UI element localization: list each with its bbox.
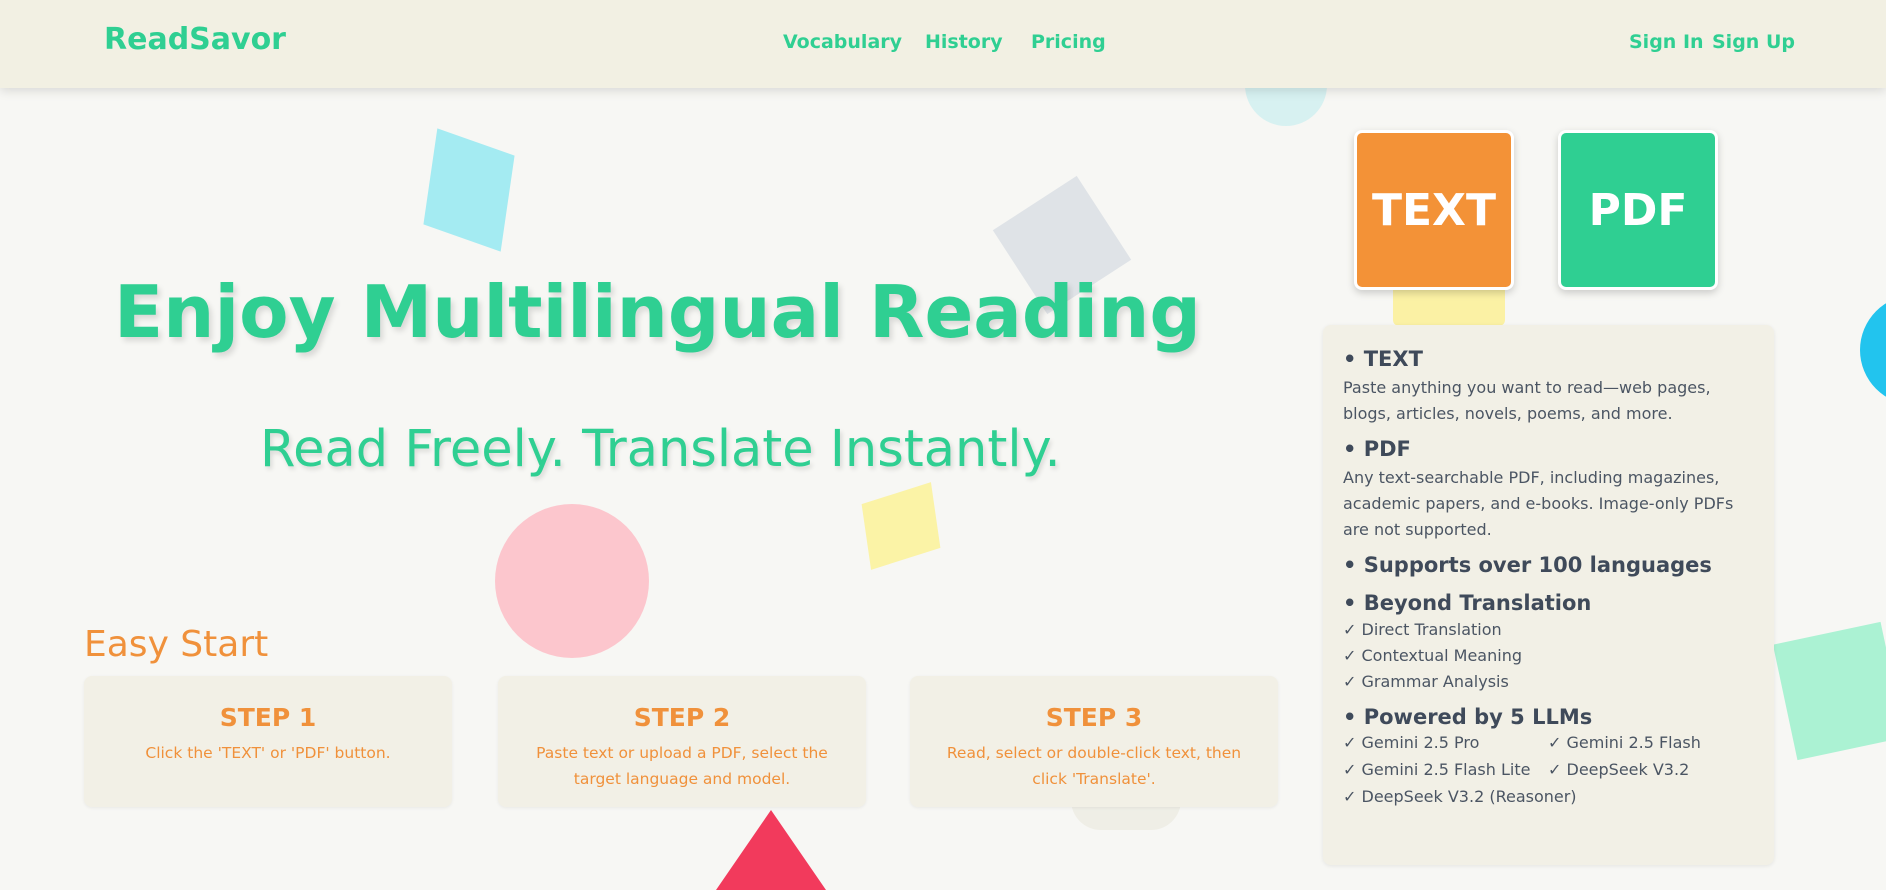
logo[interactable]: ReadSavor xyxy=(104,22,286,57)
llm-item: ✓ DeepSeek V3.2 xyxy=(1548,760,1690,779)
step-card: STEP 2 Paste text or upload a PDF, selec… xyxy=(498,676,866,807)
hero-subtitle: Read Freely. Translate Instantly. xyxy=(260,420,1061,479)
llm-list: ✓ Gemini 2.5 Pro ✓ Gemini 2.5 Flash ✓ Ge… xyxy=(1343,729,1754,810)
llm-item: ✓ Gemini 2.5 Flash xyxy=(1548,733,1701,752)
decorative-rect xyxy=(1393,284,1505,326)
step-card: STEP 3 Read, select or double-click text… xyxy=(910,676,1278,807)
pdf-feature-heading: • PDF xyxy=(1343,437,1411,461)
nav-vocabulary-link[interactable]: Vocabulary xyxy=(783,31,902,53)
step-card: STEP 1 Click the 'TEXT' or 'PDF' button. xyxy=(84,676,452,807)
step-description: Click the 'TEXT' or 'PDF' button. xyxy=(145,744,391,762)
step-description: Paste text or upload a PDF, select the t… xyxy=(536,744,828,788)
languages-heading: • Supports over 100 languages xyxy=(1343,553,1712,577)
top-navbar: ReadSavor Vocabulary History Pricing Sig… xyxy=(0,0,1886,88)
sign-up-link[interactable]: Sign Up xyxy=(1712,31,1795,53)
decorative-square xyxy=(1772,621,1886,761)
beyond-translation-heading: • Beyond Translation xyxy=(1343,591,1592,615)
pdf-mode-button[interactable]: PDF xyxy=(1558,130,1718,290)
llm-item: ✓ Gemini 2.5 Flash Lite xyxy=(1343,760,1531,779)
llm-item: ✓ DeepSeek V3.2 (Reasoner) xyxy=(1343,787,1577,806)
llms-heading: • Powered by 5 LLMs xyxy=(1343,705,1593,729)
step-title: STEP 1 xyxy=(219,703,317,732)
llm-item: ✓ Gemini 2.5 Pro xyxy=(1343,733,1480,752)
step-description: Read, select or double-click text, then … xyxy=(946,744,1242,788)
text-feature-heading: • TEXT xyxy=(1343,347,1423,371)
sign-in-link[interactable]: Sign In xyxy=(1629,31,1704,53)
text-feature-description: Paste anything you want to read—web page… xyxy=(1343,378,1711,423)
easy-start-heading: Easy Start xyxy=(84,624,269,665)
decorative-circle xyxy=(1860,295,1886,405)
nav-history-link[interactable]: History xyxy=(925,31,1003,53)
step-title: STEP 2 xyxy=(633,703,731,732)
feature-item: ✓ Grammar Analysis xyxy=(1343,672,1509,691)
nav-pricing-link[interactable]: Pricing xyxy=(1031,31,1106,53)
hero-title: Enjoy Multilingual Reading xyxy=(114,270,1201,354)
features-panel: • TEXT Paste anything you want to read—w… xyxy=(1323,325,1774,865)
decorative-circle xyxy=(495,504,649,658)
decorative-diamond xyxy=(861,482,941,570)
text-mode-button[interactable]: TEXT xyxy=(1354,130,1514,290)
decorative-diamond xyxy=(423,128,515,252)
pdf-feature-description: Any text-searchable PDF, including magaz… xyxy=(1343,468,1734,539)
feature-item: ✓ Contextual Meaning xyxy=(1343,646,1522,665)
decorative-triangle xyxy=(716,810,826,890)
feature-item: ✓ Direct Translation xyxy=(1343,620,1502,639)
step-title: STEP 3 xyxy=(1045,703,1143,732)
